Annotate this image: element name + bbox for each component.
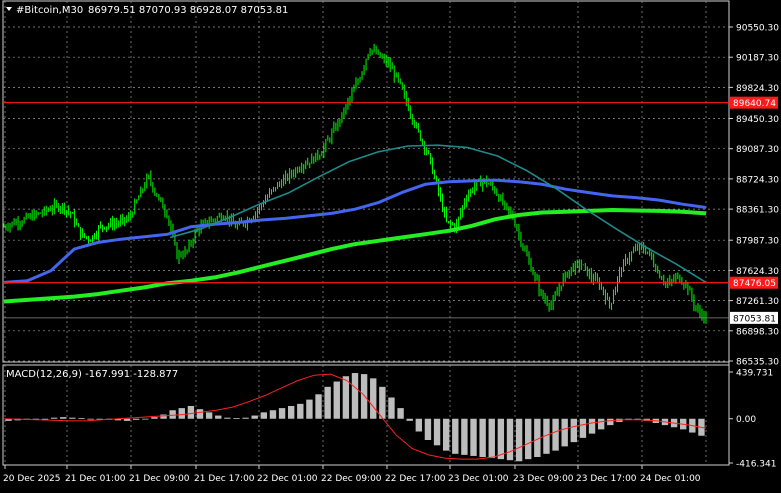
y-tick-label: 86535.30 (736, 358, 779, 368)
macd-histogram-bar (123, 418, 131, 421)
macd-histogram-bar (424, 418, 432, 441)
x-tick-label: 21 Dec 17:00 (194, 474, 255, 484)
y-tick-label: 87624.30 (736, 267, 779, 277)
y-tick-label: 89087.30 (736, 145, 779, 155)
macd-histogram-bar (415, 418, 423, 432)
macd-histogram-bar (515, 418, 523, 462)
macd-histogram-bar (561, 418, 568, 447)
macd-histogram-bar (570, 418, 577, 443)
price-level-label: 89640.74 (733, 99, 776, 109)
x-tick-label: 22 Dec 01:00 (257, 474, 318, 484)
macd-histogram-bar (324, 386, 331, 419)
macd-histogram-bar (388, 397, 395, 419)
x-tick-label: 20 Dec 2025 (3, 474, 61, 484)
macd-histogram-bar (60, 417, 67, 419)
macd-histogram-bar (315, 394, 322, 419)
x-tick-label: 23 Dec 01:00 (448, 474, 509, 484)
macd-histogram-bar (297, 403, 304, 419)
macd-histogram-bar (69, 417, 76, 419)
macd-histogram-bar (78, 418, 85, 420)
macd-histogram-bar (224, 417, 231, 419)
macd-histogram-bar (133, 418, 140, 420)
macd-histogram-bar (497, 418, 505, 460)
y-tick-label: 87987.30 (736, 237, 779, 247)
macd-histogram-bar (552, 418, 559, 451)
macd-histogram-bar (379, 386, 386, 419)
x-tick-label: 22 Dec 09:00 (321, 474, 382, 484)
macd-histogram-bar (597, 418, 605, 430)
ohlc-values: 86979.51 87070.93 86928.07 87053.81 (88, 5, 288, 16)
macd-histogram-bar (579, 418, 587, 438)
macd-histogram-bar (406, 418, 413, 421)
macd-histogram-bar (233, 418, 240, 420)
macd-histogram-bar (397, 408, 404, 419)
x-tick-label: 24 Dec 01:00 (640, 474, 701, 484)
x-tick-label: 21 Dec 01:00 (65, 474, 126, 484)
macd-histogram-bar (196, 409, 204, 419)
macd-histogram-bar (433, 418, 441, 446)
macd-histogram-bar (461, 418, 468, 455)
macd-histogram-bar (360, 374, 368, 419)
macd-y-tick-label: 0.00 (736, 415, 756, 425)
y-tick-label: 87261.30 (736, 297, 779, 307)
current-price-label: 87053.81 (733, 314, 776, 324)
macd-histogram-bar (151, 417, 158, 419)
macd-histogram-bar (169, 410, 176, 419)
chart-window[interactable]: 89640.74 87476.05 87053.81 90550.30 90187.3… (0, 0, 781, 489)
macd-histogram-bar (525, 418, 532, 460)
macd-histogram-bar (278, 408, 286, 419)
macd-histogram-bar (160, 414, 167, 419)
macd-histogram-bar (452, 418, 459, 454)
x-tick-label: 21 Dec 09:00 (129, 474, 190, 484)
macd-histogram-bar (269, 410, 277, 419)
macd-title: MACD(12,26,9) -167.991 -128.877 (6, 369, 178, 380)
macd-histogram-bar (205, 412, 213, 419)
y-tick-label: 89450.30 (736, 115, 779, 125)
macd-histogram-bar (260, 412, 268, 419)
y-tick-label: 89824.30 (736, 84, 779, 94)
macd-histogram-bar (178, 408, 185, 419)
macd-histogram-bar (187, 405, 195, 419)
macd-histogram-bar (351, 373, 359, 419)
macd-histogram-bar (370, 378, 377, 419)
macd-y-tick-label: -416.341 (736, 460, 776, 470)
macd-histogram-bar (306, 399, 313, 419)
symbol-label: #Bitcoin,M30 (16, 5, 83, 16)
macd-y-tick-label: 439.731 (736, 369, 773, 379)
macd-histogram-bar (506, 418, 514, 461)
x-tick-label: 23 Dec 09:00 (513, 474, 574, 484)
macd-histogram-bar (242, 417, 249, 419)
macd-histogram-bar (41, 418, 49, 420)
macd-histogram-bar (287, 405, 295, 419)
macd-histogram-bar (488, 418, 495, 459)
chart-canvas[interactable]: 89640.74 87476.05 87053.81 90550.30 90187.3… (0, 0, 781, 489)
macd-histogram-bar (479, 418, 486, 458)
y-tick-label: 90187.30 (736, 54, 779, 64)
macd-histogram-bar (251, 415, 258, 419)
macd-histogram-bar (215, 415, 222, 419)
y-tick-label: 86898.30 (736, 327, 779, 337)
x-tick-label: 22 Dec 17:00 (385, 474, 446, 484)
macd-histogram-bar (342, 376, 350, 419)
macd-histogram-bar (333, 381, 340, 419)
macd-histogram-bar (607, 418, 614, 426)
y-tick-label: 88361.30 (736, 206, 779, 216)
y-tick-label: 88724.30 (736, 175, 779, 185)
macd-histogram-bar (142, 418, 149, 420)
macd-histogram-bar (442, 418, 450, 451)
price-level-label: 87476.05 (733, 279, 776, 289)
macd-histogram-bar (87, 418, 94, 420)
x-tick-label: 23 Dec 17:00 (576, 474, 637, 484)
macd-histogram-bar (588, 418, 596, 434)
y-tick-label: 90550.30 (736, 24, 779, 34)
macd-histogram-bar (470, 418, 477, 456)
macd-histogram-bar (50, 417, 58, 419)
